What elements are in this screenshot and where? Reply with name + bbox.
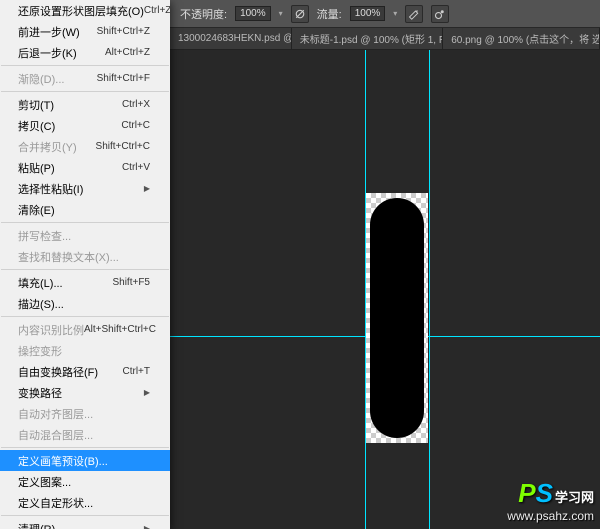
chevron-down-icon[interactable]: ▾ bbox=[393, 9, 397, 18]
opacity-value[interactable]: 100% bbox=[235, 6, 271, 21]
opacity-label: 不透明度: bbox=[180, 6, 227, 22]
menu-item-label: 填充(L)... bbox=[18, 275, 63, 291]
menu-item-label: 剪切(T) bbox=[18, 97, 54, 113]
menu-item-label: 定义图案... bbox=[18, 474, 71, 490]
menu-item-label: 合并拷贝(Y) bbox=[18, 139, 77, 155]
menu-item-label: 自由变换路径(F) bbox=[18, 364, 98, 380]
menu-item[interactable]: 选择性粘贴(I) bbox=[0, 178, 170, 199]
menu-item-label: 清理(R) bbox=[18, 521, 55, 529]
menu-separator bbox=[1, 91, 169, 92]
menu-item-label: 选择性粘贴(I) bbox=[18, 181, 83, 197]
menu-item-label: 定义自定形状... bbox=[18, 495, 93, 511]
menu-item-label: 拷贝(C) bbox=[18, 118, 55, 134]
document-tab[interactable]: 未标题-1.psd @ 100% (矩形 1, RGB/... × bbox=[292, 28, 443, 49]
watermark-logo: P S 学习网 bbox=[518, 478, 594, 509]
flow-value[interactable]: 100% bbox=[350, 6, 386, 21]
menu-item: 合并拷贝(Y) Shift+Ctrl+C bbox=[0, 136, 170, 157]
menu-item: 查找和替换文本(X)... bbox=[0, 246, 170, 267]
menu-item[interactable]: 还原设置形状图层填充(O)Ctrl+Z bbox=[0, 0, 170, 21]
menu-item: 拼写检查... bbox=[0, 225, 170, 246]
menu-shortcut: Alt+Ctrl+Z bbox=[105, 47, 150, 58]
watermark-p: P bbox=[518, 478, 535, 509]
menu-item: 操控变形 bbox=[0, 340, 170, 361]
pressure-opacity-icon[interactable] bbox=[291, 5, 309, 23]
menu-item[interactable]: 定义图案... bbox=[0, 471, 170, 492]
menu-separator bbox=[1, 515, 169, 516]
menu-item[interactable]: 定义自定形状... bbox=[0, 492, 170, 513]
menu-shortcut: Ctrl+V bbox=[122, 162, 150, 173]
watermark-text: 学习网 bbox=[555, 487, 594, 506]
menu-item[interactable]: 粘贴(P) Ctrl+V bbox=[0, 157, 170, 178]
menu-shortcut: Ctrl+X bbox=[122, 99, 150, 110]
watermark-s: S bbox=[536, 478, 553, 509]
rounded-rectangle-shape[interactable] bbox=[370, 198, 424, 438]
watermark: P S 学习网 www.psahz.com bbox=[507, 478, 594, 523]
menu-item-label: 还原设置形状图层填充(O) bbox=[18, 3, 144, 19]
canvas[interactable] bbox=[170, 50, 600, 529]
menu-item-label: 描边(S)... bbox=[18, 296, 64, 312]
menu-item[interactable]: 变换路径 bbox=[0, 382, 170, 403]
menu-shortcut: Shift+F5 bbox=[112, 277, 150, 288]
menu-separator bbox=[1, 65, 169, 66]
menu-item-label: 查找和替换文本(X)... bbox=[18, 249, 119, 265]
menu-item-label: 前进一步(W) bbox=[18, 24, 80, 40]
menu-shortcut: Shift+Ctrl+C bbox=[96, 141, 150, 152]
airbrush-icon[interactable] bbox=[405, 5, 423, 23]
menu-separator bbox=[1, 222, 169, 223]
menu-item[interactable]: 剪切(T) Ctrl+X bbox=[0, 94, 170, 115]
menu-shortcut: Ctrl+T bbox=[123, 366, 151, 377]
guide-vertical[interactable] bbox=[429, 50, 430, 529]
tab-label: 60.png @ 100% (点击这个，将 选区转... bbox=[451, 31, 600, 46]
menu-item-label: 定义画笔预设(B)... bbox=[18, 453, 108, 469]
menu-item: 自动混合图层... bbox=[0, 424, 170, 445]
menu-item[interactable]: 填充(L)... Shift+F5 bbox=[0, 272, 170, 293]
menu-item[interactable]: 清理(R) bbox=[0, 518, 170, 529]
menu-item-label: 拼写检查... bbox=[18, 228, 71, 244]
flow-label: 流量: bbox=[317, 6, 342, 22]
menu-shortcut: Ctrl+C bbox=[121, 120, 150, 131]
watermark-url: www.psahz.com bbox=[507, 509, 594, 523]
menu-item-label: 清除(E) bbox=[18, 202, 55, 218]
menu-separator bbox=[1, 447, 169, 448]
menu-item[interactable]: 后退一步(K) Alt+Ctrl+Z bbox=[0, 42, 170, 63]
menu-item[interactable]: 定义画笔预设(B)... bbox=[0, 450, 170, 471]
menu-item-label: 内容识别比例 bbox=[18, 322, 84, 338]
menu-item: 自动对齐图层... bbox=[0, 403, 170, 424]
menu-item-label: 变换路径 bbox=[18, 385, 62, 401]
document-tab[interactable]: 1300024683HEKN.psd @ 3... × bbox=[170, 28, 292, 49]
document-tabs: 1300024683HEKN.psd @ 3... × 未标题-1.psd @ … bbox=[170, 28, 600, 50]
menu-shortcut: Shift+Ctrl+F bbox=[97, 73, 150, 84]
menu-item[interactable]: 前进一步(W) Shift+Ctrl+Z bbox=[0, 21, 170, 42]
menu-item-label: 自动混合图层... bbox=[18, 427, 93, 443]
tab-label: 未标题-1.psd @ 100% (矩形 1, RGB/... bbox=[300, 31, 443, 46]
menu-shortcut: Shift+Ctrl+Z bbox=[97, 26, 150, 37]
edit-menu: 还原设置形状图层填充(O)Ctrl+Z 前进一步(W) Shift+Ctrl+Z 后退… bbox=[0, 0, 170, 529]
menu-item: 渐隐(D)... Shift+Ctrl+F bbox=[0, 68, 170, 89]
menu-item[interactable]: 拷贝(C) Ctrl+C bbox=[0, 115, 170, 136]
tab-label: 1300024683HEKN.psd @ 3... bbox=[178, 33, 292, 44]
menu-item[interactable]: 描边(S)... bbox=[0, 293, 170, 314]
menu-item: 内容识别比例Alt+Shift+Ctrl+C bbox=[0, 319, 170, 340]
menu-shortcut: Ctrl+Z bbox=[144, 5, 170, 16]
chevron-down-icon[interactable]: ▾ bbox=[279, 9, 283, 18]
menu-item-label: 渐隐(D)... bbox=[18, 71, 64, 87]
pressure-size-icon[interactable] bbox=[431, 5, 449, 23]
menu-shortcut: Alt+Shift+Ctrl+C bbox=[84, 324, 156, 335]
menu-item-label: 后退一步(K) bbox=[18, 45, 77, 61]
menu-separator bbox=[1, 316, 169, 317]
menu-item-label: 粘贴(P) bbox=[18, 160, 55, 176]
menu-item-label: 操控变形 bbox=[18, 343, 62, 359]
menu-item[interactable]: 自由变换路径(F) Ctrl+T bbox=[0, 361, 170, 382]
menu-item-label: 自动对齐图层... bbox=[18, 406, 93, 422]
menu-separator bbox=[1, 269, 169, 270]
menu-item[interactable]: 清除(E) bbox=[0, 199, 170, 220]
document-tab[interactable]: 60.png @ 100% (点击这个，将 选区转... × bbox=[443, 28, 600, 49]
